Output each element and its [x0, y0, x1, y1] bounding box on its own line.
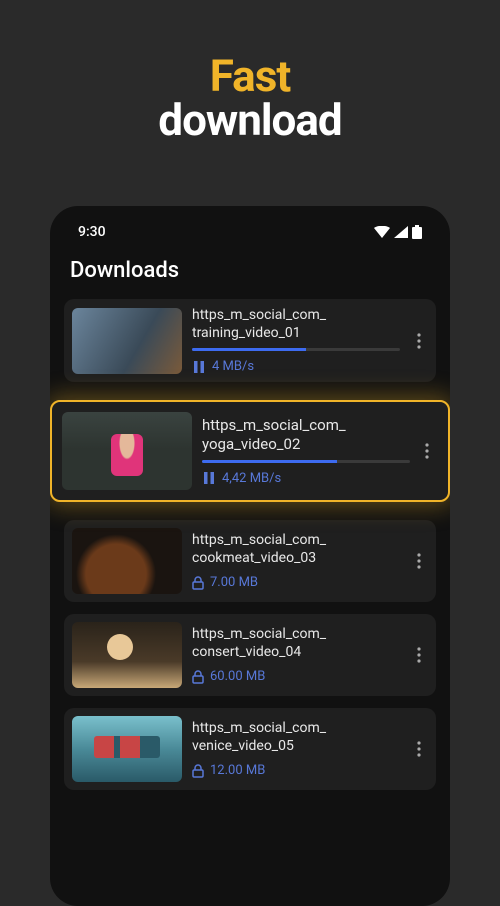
- progress-bar: [192, 348, 400, 351]
- download-stat-row: 60.00 MB: [192, 669, 400, 684]
- hero-title: download: [0, 94, 500, 146]
- download-stat: 60.00 MB: [210, 669, 265, 684]
- download-card[interactable]: https_m_social_com_venice_video_05 12.00 …: [64, 708, 436, 790]
- signal-icon: [394, 226, 408, 238]
- download-stat-row: 4 MB/s: [192, 359, 400, 374]
- download-stat: 12.00 MB: [210, 763, 265, 778]
- progress-fill: [202, 460, 337, 463]
- download-info: https_m_social_com_cookmeat_video_03 7.00…: [192, 532, 400, 590]
- status-icons: [374, 225, 422, 239]
- lock-icon: [192, 764, 204, 778]
- download-card[interactable]: https_m_social_com_yoga_video_02 4,42 MB/…: [50, 400, 450, 502]
- status-bar: 9:30: [50, 216, 450, 250]
- download-stat: 4 MB/s: [212, 359, 254, 374]
- video-thumbnail: [72, 308, 182, 374]
- download-filename: https_m_social_com_training_video_01: [192, 307, 400, 342]
- video-thumbnail: [72, 622, 182, 688]
- downloads-list: https_m_social_com_training_video_01 4 MB…: [50, 299, 450, 790]
- download-info: https_m_social_com_venice_video_05 12.00 …: [192, 720, 400, 778]
- download-filename: https_m_social_com_yoga_video_02: [202, 416, 410, 454]
- more-button[interactable]: [410, 741, 428, 757]
- download-card[interactable]: https_m_social_com_consert_video_04 60.00…: [64, 614, 436, 696]
- download-stat: 7.00 MB: [210, 575, 258, 590]
- more-button[interactable]: [420, 443, 438, 459]
- progress-fill: [192, 348, 306, 351]
- download-filename: https_m_social_com_consert_video_04: [192, 626, 400, 661]
- download-stat-row: 4,42 MB/s: [202, 471, 410, 486]
- download-stat-row: 7.00 MB: [192, 575, 400, 590]
- download-card[interactable]: https_m_social_com_cookmeat_video_03 7.00…: [64, 520, 436, 602]
- progress-bar: [202, 460, 410, 463]
- more-button[interactable]: [410, 553, 428, 569]
- page-title: Downloads: [50, 250, 450, 299]
- hero: Fast download: [0, 0, 500, 176]
- pause-icon: [192, 360, 206, 374]
- download-filename: https_m_social_com_venice_video_05: [192, 720, 400, 755]
- download-info: https_m_social_com_yoga_video_02 4,42 MB/…: [202, 416, 410, 486]
- download-info: https_m_social_com_training_video_01 4 MB…: [192, 307, 400, 374]
- phone-frame: 9:30 Downloads https_m_social_com_traini…: [50, 206, 450, 906]
- video-thumbnail: [62, 412, 192, 490]
- download-stat: 4,42 MB/s: [222, 471, 281, 486]
- download-stat-row: 12.00 MB: [192, 763, 400, 778]
- status-time: 9:30: [78, 224, 106, 240]
- more-button[interactable]: [410, 333, 428, 349]
- lock-icon: [192, 670, 204, 684]
- wifi-icon: [374, 226, 390, 238]
- video-thumbnail: [72, 528, 182, 594]
- battery-icon: [412, 225, 422, 239]
- pause-icon: [202, 471, 216, 485]
- download-card[interactable]: https_m_social_com_training_video_01 4 MB…: [64, 299, 436, 382]
- video-thumbnail: [72, 716, 182, 782]
- download-info: https_m_social_com_consert_video_04 60.00…: [192, 626, 400, 684]
- download-filename: https_m_social_com_cookmeat_video_03: [192, 532, 400, 567]
- lock-icon: [192, 576, 204, 590]
- more-button[interactable]: [410, 647, 428, 663]
